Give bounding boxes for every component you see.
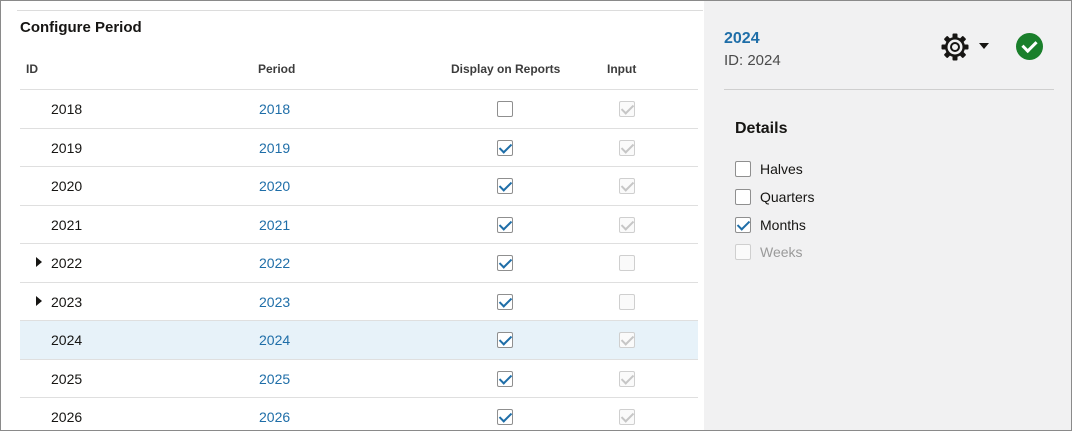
triangle-right-icon[interactable] [36,295,42,306]
input-checkbox [619,178,635,194]
display-on-reports-checkbox[interactable] [497,178,513,194]
input-checkbox [619,101,635,117]
input-cell [619,409,635,430]
table-row[interactable]: 2024 2024 [20,320,698,359]
display-on-reports-checkbox[interactable] [497,139,513,156]
cell-id: 2021 [51,216,83,233]
table-row[interactable]: 2020 2020 [20,166,698,205]
details-option-label: Quarters [760,189,815,205]
details-checkbox [735,244,751,260]
input-checkbox [619,255,635,271]
details-option-quarters[interactable]: Quarters [735,187,814,207]
divider [17,10,703,11]
display-on-reports-checkbox[interactable] [497,255,513,271]
display-on-reports-cell [497,178,513,199]
input-cell [619,370,635,392]
details-checkbox[interactable] [735,217,751,233]
period-link[interactable]: 2020 [259,178,290,194]
selected-period-id: ID: 2024 [724,52,781,69]
display-on-reports-checkbox[interactable] [497,332,513,348]
input-cell [619,178,635,199]
input-cell [619,216,635,238]
details-checkbox[interactable] [735,161,751,177]
cell-id: 2019 [51,139,83,156]
display-on-reports-checkbox[interactable] [497,293,513,310]
divider [724,89,1054,90]
period-link[interactable]: 2019 [259,140,290,156]
table-header: ID Period Display on Reports Input [1,59,704,79]
display-on-reports-cell [497,293,513,315]
table-row[interactable]: 2021 2021 [20,204,698,244]
period-link[interactable]: 2025 [259,371,290,387]
display-on-reports-cell [497,139,513,161]
column-header-period[interactable]: Period [258,62,295,76]
input-checkbox [619,409,635,425]
cell-id: 2018 [51,101,83,117]
table-row[interactable]: 2018 2018 [20,89,698,128]
input-cell [619,332,635,353]
details-option-label: Weeks [760,244,803,260]
period-link[interactable]: 2021 [259,217,290,233]
input-checkbox [619,293,635,310]
table-row[interactable]: 2025 2025 [20,358,698,398]
details-option-label: Halves [760,161,803,177]
input-cell [619,293,635,315]
details-heading: Details [735,120,788,137]
cell-id: 2024 [51,332,83,348]
gear-icon[interactable] [940,32,970,62]
table-row[interactable]: 2026 2026 [20,397,698,430]
display-on-reports-checkbox[interactable] [497,370,513,387]
details-option-weeks: Weeks [735,242,803,262]
input-cell [619,101,635,122]
period-link[interactable]: 2026 [259,409,290,425]
page-title: Configure Period [20,19,142,36]
column-header-input[interactable]: Input [607,62,636,76]
column-header-display-on-reports[interactable]: Display on Reports [451,62,560,76]
input-checkbox [619,216,635,233]
period-table-body: 2018 2018 2019 2019 2020 2020 2021 2021 2022 2022… [20,89,698,430]
period-link[interactable]: 2024 [259,332,290,348]
table-row[interactable]: 2019 2019 [20,127,698,167]
display-on-reports-cell [497,216,513,238]
display-on-reports-checkbox[interactable] [497,101,513,117]
display-on-reports-cell [497,409,513,430]
chevron-down-icon[interactable] [979,43,989,49]
input-checkbox [619,370,635,387]
input-checkbox [619,139,635,156]
configure-period-window: Configure Period ID Period Display on Re… [0,0,1072,431]
input-cell [619,139,635,161]
details-option-months[interactable]: Months [735,215,806,235]
table-row[interactable]: 2022 2022 [20,243,698,282]
cell-id: 2020 [51,178,83,194]
details-option-halves[interactable]: Halves [735,159,803,179]
period-link[interactable]: 2018 [259,101,290,117]
details-checkbox[interactable] [735,189,751,205]
period-link[interactable]: 2022 [259,255,290,271]
column-header-id[interactable]: ID [26,62,38,76]
checkmark-circle-icon[interactable] [1016,33,1043,60]
cell-id: 2025 [51,370,83,387]
display-on-reports-cell [497,255,513,276]
details-panel: 2024 ID: 2024 Details Halves Quarters Mo… [704,1,1071,430]
display-on-reports-cell [497,370,513,392]
cell-id: 2023 [51,293,83,310]
table-row[interactable]: 2023 2023 [20,281,698,321]
period-table-panel: Configure Period ID Period Display on Re… [1,1,704,430]
triangle-right-icon[interactable] [36,257,42,267]
display-on-reports-cell [497,332,513,353]
cell-id: 2026 [51,409,83,425]
selected-period-title: 2024 [724,30,760,47]
input-cell [619,255,635,276]
display-on-reports-checkbox[interactable] [497,216,513,233]
period-link[interactable]: 2023 [259,294,290,310]
details-option-label: Months [760,217,806,233]
display-on-reports-cell [497,101,513,122]
display-on-reports-checkbox[interactable] [497,409,513,425]
cell-id: 2022 [51,255,83,271]
input-checkbox [619,332,635,348]
